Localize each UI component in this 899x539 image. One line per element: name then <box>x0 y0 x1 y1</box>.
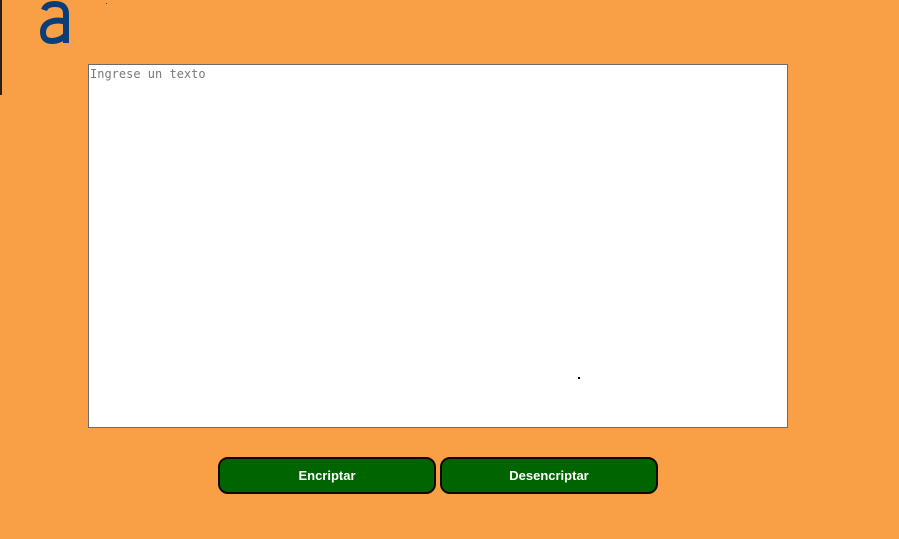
decrypt-button[interactable]: Desencriptar <box>440 457 658 494</box>
text-input[interactable] <box>89 65 787 427</box>
encrypt-button[interactable]: Encriptar <box>218 457 436 494</box>
logo <box>38 0 72 46</box>
page: Encriptar Desencriptar <box>0 0 899 539</box>
action-buttons: Encriptar Desencriptar <box>218 457 659 495</box>
window-edge <box>0 0 2 95</box>
letter-a-logo-icon <box>39 0 69 45</box>
text-area-container <box>88 64 788 428</box>
artifact-dot <box>106 3 107 4</box>
cursor-dot <box>578 377 580 379</box>
